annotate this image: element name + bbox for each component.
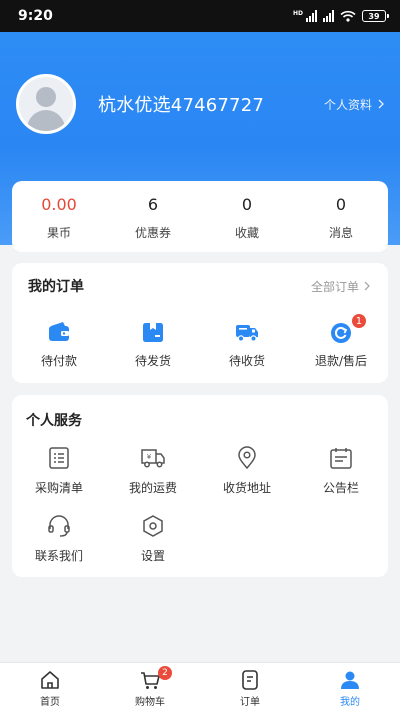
tab-me[interactable]: 我的 (300, 663, 400, 711)
service-my-freight[interactable]: ¥ 我的运费 (106, 445, 200, 496)
truck-icon (236, 325, 258, 342)
orders-title: 我的订单 (28, 279, 84, 295)
order-pending-payment[interactable]: 待付款 (12, 319, 106, 369)
stat-label: 收藏 (234, 226, 259, 240)
profile-details-label: 个人资料 (323, 97, 372, 112)
service-label: 设置 (140, 549, 165, 563)
stat-value: 0 (335, 195, 347, 214)
order-pending-shipment[interactable]: 待发货 (106, 319, 200, 369)
tab-label: 购物车 (135, 697, 165, 708)
services-title: 个人服务 (26, 413, 82, 429)
stat-label: 果币 (46, 226, 71, 240)
service-label: 联系我们 (34, 549, 83, 563)
svg-text:¥: ¥ (147, 453, 152, 461)
orders-header: 我的订单 全部订单 (28, 276, 372, 296)
tab-cart[interactable]: 2 购物车 (100, 663, 200, 711)
all-orders-label: 全部订单 (310, 279, 359, 294)
list-icon (49, 447, 69, 469)
bottom-tab-bar: 首页 2 购物车 订单 我的 (0, 662, 400, 711)
service-label: 收货地址 (222, 481, 271, 495)
profile-details-link[interactable]: 个人资料 (324, 96, 386, 113)
service-contact-us[interactable]: 联系我们 (12, 513, 106, 564)
freight-truck-icon: ¥ (141, 449, 165, 468)
chevron-right-icon (378, 99, 384, 109)
order-item-label: 退款/售后 (314, 354, 368, 368)
stat-value: 0.00 (41, 195, 77, 214)
order-status-row: 待付款 待发货 待收货 1 退款/售后 (12, 313, 388, 369)
cell-signal-2-icon (323, 10, 334, 22)
service-shipping-address[interactable]: 收货地址 (200, 445, 294, 496)
chevron-right-icon (364, 281, 370, 291)
service-settings[interactable]: 设置 (106, 513, 200, 564)
status-icons: HD 39 (292, 10, 389, 22)
services-grid: 采购清单 ¥ 我的运费 收货地址 公告栏 联系我们 设置 (12, 445, 388, 564)
settings-hexagon-icon (143, 515, 163, 537)
orders-card: 我的订单 全部订单 待付款 待发货 待收货 1 退款/售后 (12, 263, 388, 383)
service-bulletin[interactable]: 公告栏 (294, 445, 388, 496)
status-bar: 9:20 HD 39 (0, 0, 400, 32)
stat-label: 消息 (328, 226, 353, 240)
stat-messages[interactable]: 0 消息 (294, 181, 388, 252)
stat-value: 0 (241, 195, 253, 214)
avatar[interactable] (16, 74, 76, 134)
stat-favorites[interactable]: 0 收藏 (200, 181, 294, 252)
order-item-label: 待收货 (228, 354, 265, 368)
stat-coins[interactable]: 0.00 果币 (12, 181, 106, 252)
service-label: 公告栏 (322, 481, 359, 495)
location-pin-icon (238, 446, 256, 470)
user-icon (341, 671, 359, 689)
service-purchase-list[interactable]: 采购清单 (12, 445, 106, 496)
headset-icon (48, 515, 70, 537)
status-time: 9:20 (18, 8, 53, 24)
cell-signal-icon (306, 10, 317, 22)
tab-home[interactable]: 首页 (0, 663, 100, 711)
service-label: 我的运费 (128, 481, 177, 495)
refund-icon (331, 323, 351, 343)
cart-badge: 2 (158, 666, 172, 680)
username: 杭水优选47467727 (98, 95, 265, 116)
all-orders-link[interactable]: 全部订单 (311, 278, 372, 295)
tab-label: 我的 (340, 697, 360, 708)
stat-coupons[interactable]: 6 优惠券 (106, 181, 200, 252)
order-pending-receipt[interactable]: 待收货 (200, 319, 294, 369)
tab-label: 首页 (40, 697, 60, 708)
refund-badge: 1 (350, 313, 367, 329)
order-item-label: 待付款 (40, 354, 77, 368)
profile-screen: 9:20 HD 39 杭水优选47467727 个人资料 0.00 果币 6 优… (0, 0, 400, 711)
stat-label: 优惠券 (134, 226, 171, 240)
service-label: 采购清单 (34, 481, 83, 495)
network-label: HD (292, 10, 303, 17)
order-item-label: 待发货 (134, 354, 171, 368)
stat-value: 6 (147, 195, 159, 214)
wallet-icon (49, 322, 69, 341)
wifi-icon (340, 10, 356, 22)
tab-label: 订单 (240, 697, 260, 708)
stats-card: 0.00 果币 6 优惠券 0 收藏 0 消息 (12, 181, 388, 252)
profile-row: 杭水优选47467727 个人资料 (16, 74, 386, 134)
order-refund-aftersales[interactable]: 1 退款/售后 (294, 313, 388, 369)
battery-icon: 39 (362, 10, 389, 22)
order-icon (242, 670, 258, 690)
tab-orders[interactable]: 订单 (200, 663, 300, 711)
package-icon (143, 323, 163, 342)
services-card: 个人服务 采购清单 ¥ 我的运费 收货地址 公告栏 联系我们 设置 (12, 395, 388, 577)
calendar-notice-icon (330, 448, 352, 469)
home-icon (41, 671, 59, 689)
